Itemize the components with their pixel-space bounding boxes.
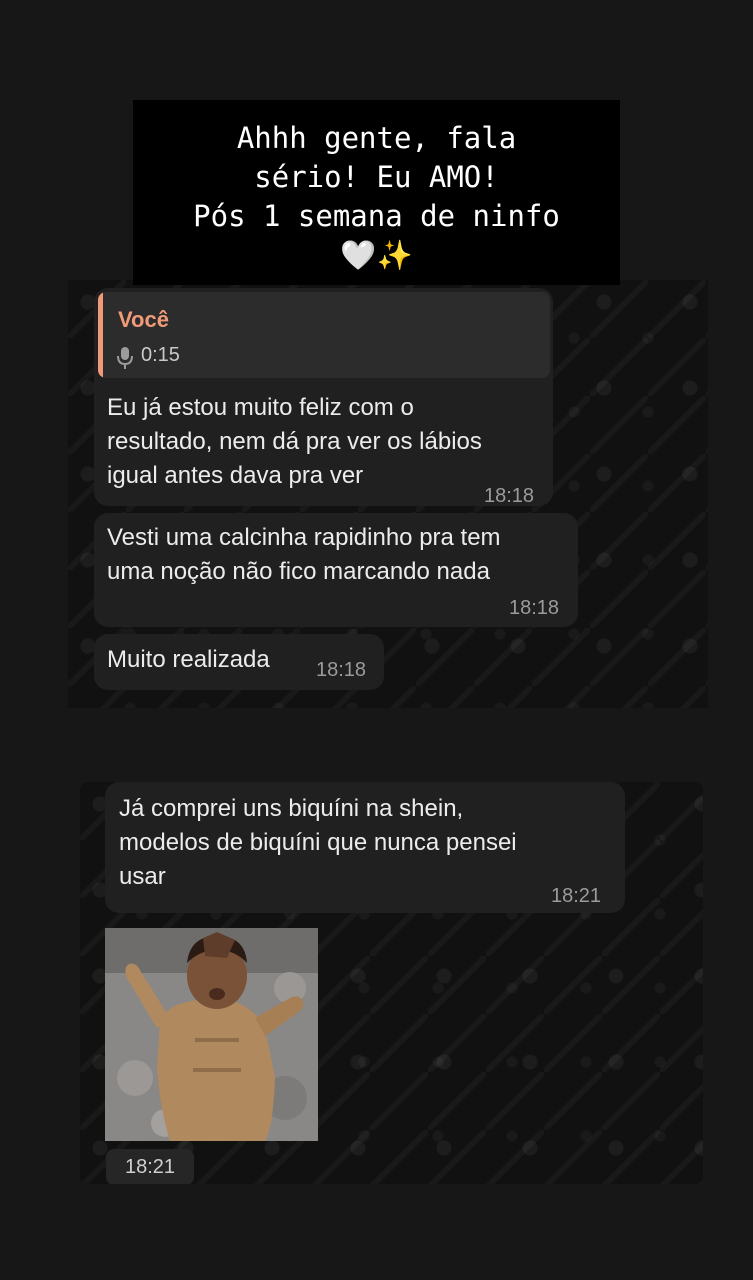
white-heart-icon: 🤍 bbox=[340, 238, 377, 272]
message-timestamp: 18:18 bbox=[484, 485, 535, 507]
message-timestamp: 18:21 bbox=[551, 885, 602, 907]
story-caption: Ahhh gente, fala sério! Eu AMO! Pós 1 se… bbox=[133, 100, 620, 285]
audio-duration: 0:15 bbox=[141, 344, 180, 366]
quoted-audio-message[interactable]: Você 0:15 bbox=[98, 292, 550, 378]
caption-line-2: sério! Eu AMO! bbox=[254, 160, 499, 194]
message-text-line: resultado, nem dá pra ver os lábios bbox=[107, 428, 482, 455]
message-bubble[interactable]: Muito realizada 18:18 bbox=[94, 634, 384, 690]
message-bubble[interactable]: Já comprei uns biquíni na shein, modelos… bbox=[105, 782, 625, 913]
message-bubble[interactable]: Vesti uma calcinha rapidinho pra tem uma… bbox=[94, 513, 578, 627]
message-text-line: uma noção não fico marcando nada bbox=[107, 558, 490, 585]
quote-sender-name: Você bbox=[118, 307, 169, 332]
gif-timestamp: 18:21 bbox=[106, 1149, 194, 1184]
microphone-icon bbox=[117, 347, 133, 369]
message-text-line: usar bbox=[119, 863, 166, 890]
gif-image[interactable] bbox=[105, 928, 318, 1141]
caption-line-1: Ahhh gente, fala bbox=[236, 121, 517, 155]
message-text-line: igual antes dava pra ver bbox=[107, 462, 364, 489]
message-text-line: Vesti uma calcinha rapidinho pra tem bbox=[107, 524, 501, 551]
message-text: Muito realizada bbox=[107, 646, 270, 673]
message-text-line: modelos de biquíni que nunca pensei bbox=[119, 829, 517, 856]
chat-screenshot-1: Você 0:15 Eu já estou muito feliz com o … bbox=[68, 280, 708, 708]
chat-screenshot-2: Já comprei uns biquíni na shein, modelos… bbox=[80, 782, 703, 1184]
message-timestamp: 18:18 bbox=[509, 597, 560, 619]
caption-emoji: 🤍✨ bbox=[133, 236, 620, 275]
message-timestamp: 18:18 bbox=[316, 659, 367, 681]
quote-accent-bar bbox=[98, 292, 103, 378]
message-text-line: Eu já estou muito feliz com o bbox=[107, 394, 414, 421]
reply-message-bubble[interactable]: Você 0:15 Eu já estou muito feliz com o … bbox=[94, 288, 553, 507]
crying-child-gif bbox=[105, 928, 318, 1141]
sparkles-icon: ✨ bbox=[376, 238, 413, 272]
message-text-line: Já comprei uns biquíni na shein, bbox=[119, 795, 464, 822]
caption-line-3: Pós 1 semana de ninfo bbox=[193, 199, 560, 233]
